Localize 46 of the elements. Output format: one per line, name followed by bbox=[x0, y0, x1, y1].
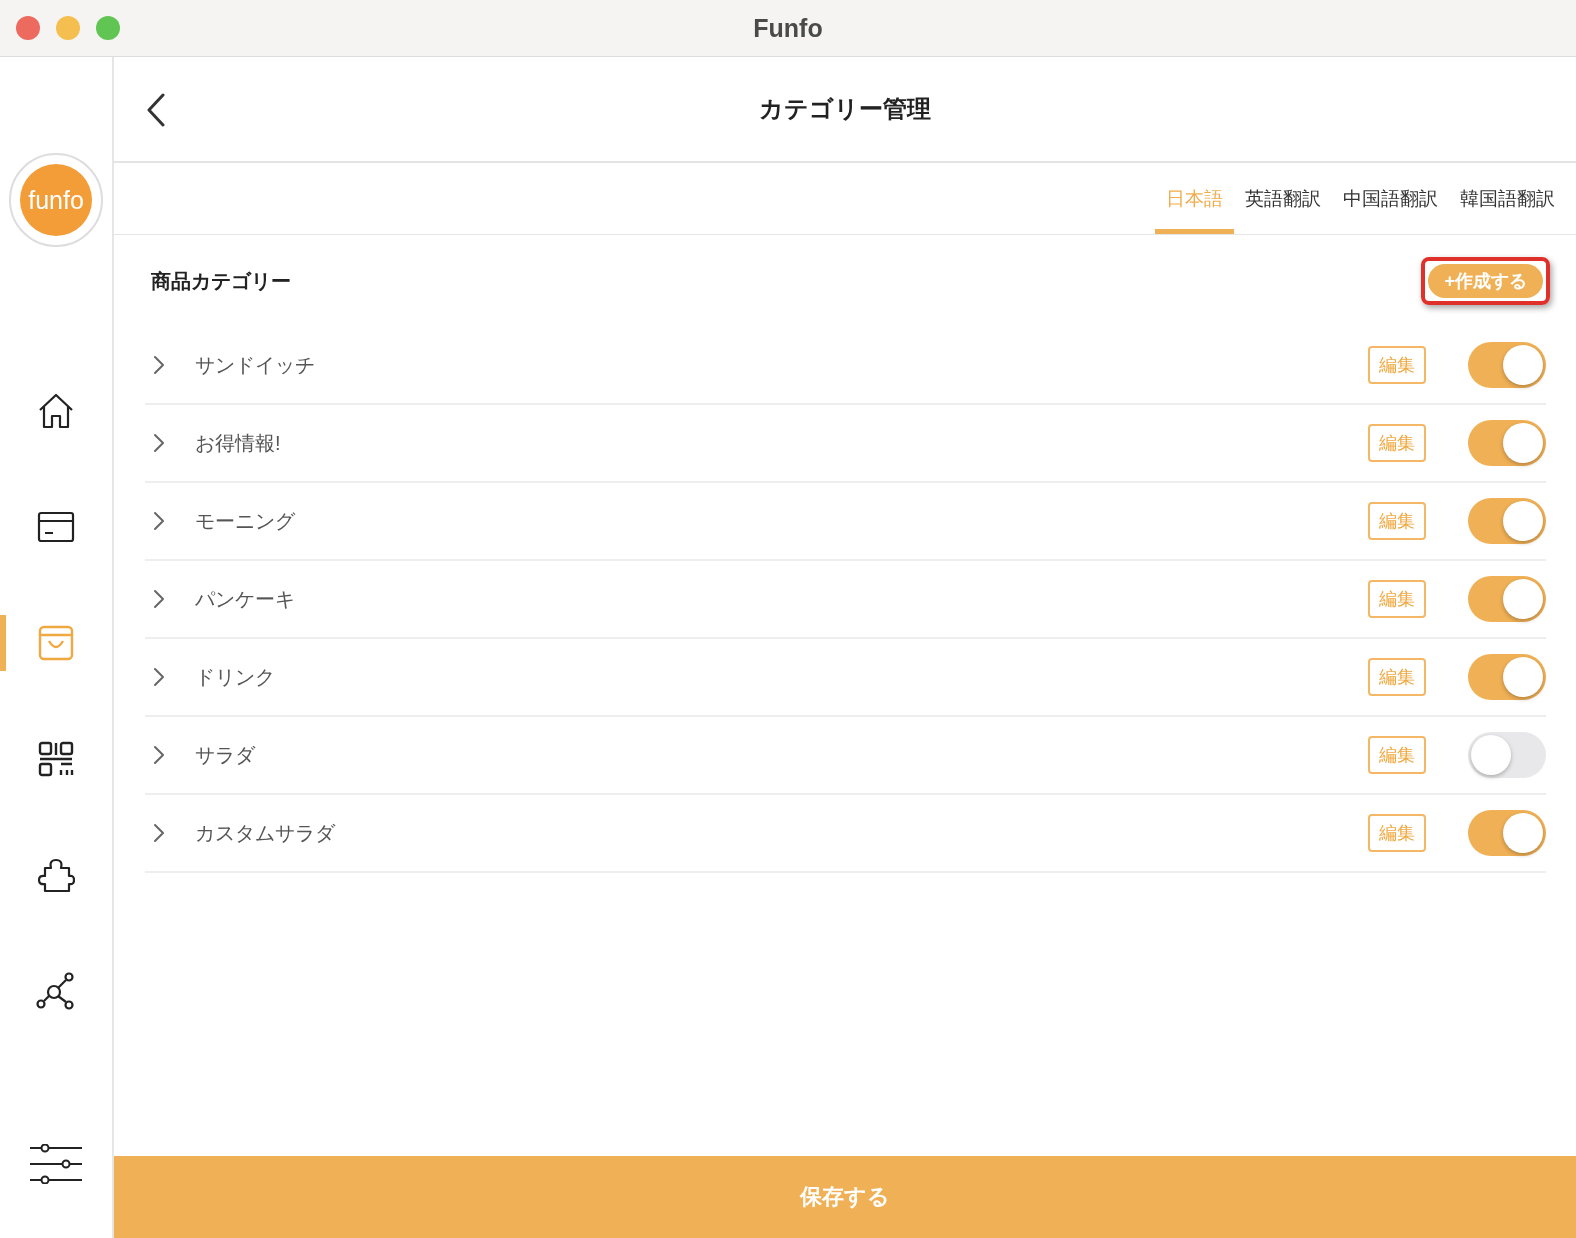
category-name: サラダ bbox=[195, 742, 257, 768]
category-name: サンドイッチ bbox=[195, 352, 316, 378]
network-icon bbox=[36, 972, 76, 1010]
section-title: 商品カテゴリー bbox=[151, 268, 291, 294]
language-tab[interactable]: 韓国語翻訳 bbox=[1449, 163, 1566, 234]
toggle-switch[interactable] bbox=[1468, 342, 1546, 388]
chevron-right-icon[interactable] bbox=[153, 745, 165, 765]
chevron-right-icon[interactable] bbox=[153, 355, 165, 375]
chevron-right-icon[interactable] bbox=[153, 433, 165, 453]
save-button[interactable]: 保存する bbox=[114, 1156, 1576, 1238]
category-name: ドリンク bbox=[195, 664, 276, 690]
qr-code-icon bbox=[38, 741, 74, 777]
edit-button[interactable]: 編集 bbox=[1368, 580, 1426, 618]
window-title: Funfo bbox=[753, 13, 823, 43]
edit-button[interactable]: 編集 bbox=[1368, 424, 1426, 462]
language-tab[interactable]: 日本語 bbox=[1155, 163, 1234, 234]
language-tab[interactable]: 英語翻訳 bbox=[1234, 163, 1332, 234]
category-name: カスタムサラダ bbox=[195, 820, 337, 846]
edit-button[interactable]: 編集 bbox=[1368, 658, 1426, 696]
puzzle-icon bbox=[37, 856, 75, 894]
category-name: パンケーキ bbox=[195, 586, 296, 612]
page-title: カテゴリー管理 bbox=[759, 94, 931, 124]
edit-button[interactable]: 編集 bbox=[1368, 736, 1426, 774]
toggle-switch[interactable] bbox=[1468, 420, 1546, 466]
category-name: お得情報! bbox=[195, 430, 282, 456]
edit-button[interactable]: 編集 bbox=[1368, 502, 1426, 540]
toggle-switch[interactable] bbox=[1468, 654, 1546, 700]
toggle-switch[interactable] bbox=[1468, 732, 1546, 778]
card-icon bbox=[37, 511, 75, 543]
toggle-switch[interactable] bbox=[1468, 576, 1546, 622]
language-tab[interactable]: 中国語翻訳 bbox=[1332, 163, 1449, 234]
chevron-right-icon[interactable] bbox=[153, 511, 165, 531]
back-icon bbox=[146, 93, 166, 127]
toggle-switch[interactable] bbox=[1468, 498, 1546, 544]
create-button[interactable]: +作成する bbox=[1428, 264, 1543, 298]
edit-button[interactable]: 編集 bbox=[1368, 814, 1426, 852]
category-name: モーニング bbox=[195, 508, 296, 534]
chevron-right-icon[interactable] bbox=[153, 823, 165, 843]
logo: funfo bbox=[9, 153, 103, 247]
edit-button[interactable]: 編集 bbox=[1368, 346, 1426, 384]
chevron-right-icon[interactable] bbox=[153, 667, 165, 687]
chevron-right-icon[interactable] bbox=[153, 589, 165, 609]
toggle-switch[interactable] bbox=[1468, 810, 1546, 856]
shopping-bag-icon bbox=[38, 625, 74, 661]
settings-icon bbox=[29, 1144, 83, 1184]
close-button[interactable] bbox=[16, 16, 40, 40]
